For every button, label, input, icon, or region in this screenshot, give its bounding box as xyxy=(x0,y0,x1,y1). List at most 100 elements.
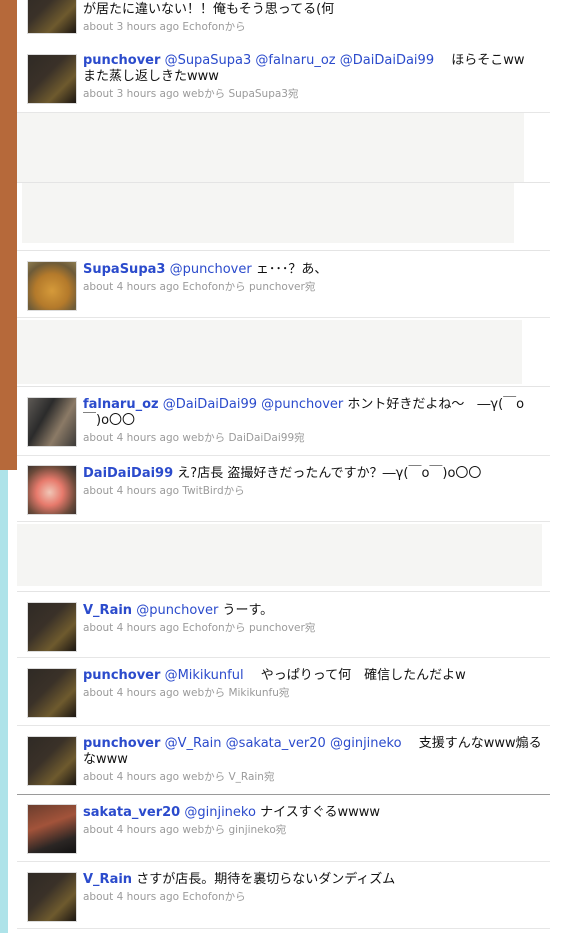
tweet-text: さすが店長。期待を裏切らないダンディズム xyxy=(136,872,396,887)
avatar[interactable] xyxy=(27,668,77,718)
username-link[interactable]: punchover xyxy=(83,736,160,751)
tweet-item: sakata_ver20 @ginjineko ナイスすぐるwwww about… xyxy=(17,795,550,862)
in-reply-to-link[interactable]: V_Rain宛 xyxy=(228,771,274,783)
mention-link[interactable]: @punchover xyxy=(136,603,218,618)
username-link[interactable]: punchover xyxy=(83,668,160,683)
username-link[interactable]: V_Rain xyxy=(83,872,132,887)
tweet-meta: about 4 hours ago webから ginjineko宛 xyxy=(83,823,542,837)
via-client: webから xyxy=(182,824,226,836)
mention-link[interactable]: @SupaSupa3 xyxy=(165,53,252,68)
tweet-meta: about 4 hours ago webから Mikikunfu宛 xyxy=(83,686,542,700)
tweet-meta: about 4 hours ago webから DaiDaiDai99宛 xyxy=(83,431,542,445)
tweet-content: punchover @Mikikunful やっぱりって何 確信したんだよw a… xyxy=(83,668,542,700)
via-client: webから xyxy=(182,687,226,699)
tweet-item: falnaru_oz @DaiDaiDai99 @punchover ホント好き… xyxy=(17,387,550,456)
in-reply-to-link[interactable]: DaiDaiDai99宛 xyxy=(228,432,304,444)
timestamp-link[interactable]: about 4 hours ago xyxy=(83,891,179,903)
timestamp-link[interactable]: about 4 hours ago xyxy=(83,687,179,699)
tweet-text: やっぱりって何 確信したんだよw xyxy=(247,668,466,683)
tweet-item: V_Rain @punchover うーす。 about 4 hours ago… xyxy=(17,592,550,658)
mention-link[interactable]: @punchover xyxy=(261,397,343,412)
avatar[interactable] xyxy=(27,736,77,786)
tweet-item: DaiDaiDai99 え?店長 盗撮好きだったんですか？―γ(￣o￣)o〇〇 … xyxy=(17,456,550,522)
via-client: webから xyxy=(182,88,226,100)
hidden-tweet-placeholder xyxy=(17,113,524,182)
via-client: webから xyxy=(182,771,226,783)
avatar[interactable] xyxy=(27,872,77,922)
timestamp-link[interactable]: about 4 hours ago xyxy=(83,485,179,497)
timestamp-link[interactable]: about 3 hours ago xyxy=(83,21,179,33)
timestamp-link[interactable]: about 4 hours ago xyxy=(83,622,179,634)
avatar[interactable] xyxy=(27,397,77,447)
username-link[interactable]: sakata_ver20 xyxy=(83,805,180,820)
tweet-meta: about 4 hours ago webから V_Rain宛 xyxy=(83,770,542,784)
tweet-item: punchover @SupaSupa3 @falnaru_oz @DaiDai… xyxy=(17,44,550,113)
tweet-content: V_Rain さすが店長。期待を裏切らないダンディズム about 4 hour… xyxy=(83,872,542,904)
mention-link[interactable]: @DaiDaiDai99 xyxy=(163,397,257,412)
left-edge-strip-inner xyxy=(8,470,17,933)
tweet-item: punchover @V_Rain @sakata_ver20 @ginjine… xyxy=(17,726,550,795)
username-link[interactable]: falnaru_oz xyxy=(83,397,159,412)
tweet-meta: about 3 hours ago webから SupaSupa3宛 xyxy=(83,87,542,101)
mention-link[interactable]: @ginjineko xyxy=(330,736,402,751)
username-link[interactable]: punchover xyxy=(83,53,160,68)
tweet-text: ェ･･･？あ、 xyxy=(255,262,328,277)
avatar[interactable] xyxy=(27,602,77,652)
tweet-text: ナイスすぐるwwww xyxy=(260,805,380,820)
username-link[interactable]: DaiDaiDai99 xyxy=(83,466,173,481)
tweet-content: が居たに違いない！！俺もそう思ってる(何 about 3 hours ago E… xyxy=(83,2,542,34)
via-client: Echofonから xyxy=(182,21,246,33)
mention-link[interactable]: @sakata_ver20 xyxy=(226,736,326,751)
tweet-meta: about 4 hours ago TwitBirdから xyxy=(83,484,542,498)
hidden-tweet-placeholder xyxy=(17,524,542,586)
tweet-content: DaiDaiDai99 え?店長 盗撮好きだったんですか？―γ(￣o￣)o〇〇 … xyxy=(83,466,542,498)
timestamp-link[interactable]: about 3 hours ago xyxy=(83,88,179,100)
tweet-meta: about 4 hours ago Echofonから punchover宛 xyxy=(83,280,542,294)
tweet-item: punchover @Mikikunful やっぱりって何 確信したんだよw a… xyxy=(17,658,550,726)
mention-link[interactable]: @punchover xyxy=(170,262,252,277)
mention-link[interactable]: @ginjineko xyxy=(184,805,256,820)
in-reply-to-link[interactable]: SupaSupa3宛 xyxy=(228,88,298,100)
tweet-content: punchover @SupaSupa3 @falnaru_oz @DaiDai… xyxy=(83,53,542,101)
in-reply-to-link[interactable]: punchover宛 xyxy=(249,281,315,293)
via-client: Echofonから xyxy=(182,281,246,293)
timestamp-link[interactable]: about 4 hours ago xyxy=(83,771,179,783)
tweet-meta: about 3 hours ago Echofonから xyxy=(83,20,542,34)
tweet-content: punchover @V_Rain @sakata_ver20 @ginjine… xyxy=(83,736,542,784)
via-client: TwitBirdから xyxy=(182,485,245,497)
tweet-content: falnaru_oz @DaiDaiDai99 @punchover ホント好き… xyxy=(83,397,542,445)
tweet-item: SupaSupa3 @punchover ェ･･･？あ、 about 4 hou… xyxy=(17,251,550,318)
in-reply-to-link[interactable]: punchover宛 xyxy=(249,622,315,634)
avatar[interactable] xyxy=(27,261,77,311)
tweet-meta: about 4 hours ago Echofonから xyxy=(83,890,542,904)
tweet-text: え?店長 盗撮好きだったんですか？―γ(￣o￣)o〇〇 xyxy=(177,466,482,481)
tweet-text: が居たに違いない！！俺もそう思ってる(何 xyxy=(83,2,335,17)
left-edge-strip-bottom xyxy=(0,470,8,933)
via-client: webから xyxy=(182,432,226,444)
tweet-content: V_Rain @punchover うーす。 about 4 hours ago… xyxy=(83,603,542,635)
avatar[interactable] xyxy=(27,54,77,104)
username-link[interactable]: V_Rain xyxy=(83,603,132,618)
mention-link[interactable]: @V_Rain xyxy=(165,736,222,751)
mention-link[interactable]: @DaiDaiDai99 xyxy=(340,53,434,68)
in-reply-to-link[interactable]: Mikikunfu宛 xyxy=(228,687,289,699)
hidden-tweet-placeholder xyxy=(17,320,522,384)
tweet-item: が居たに違いない！！俺もそう思ってる(何 about 3 hours ago E… xyxy=(17,0,550,45)
mention-link[interactable]: @Mikikunful xyxy=(165,668,244,683)
avatar[interactable] xyxy=(27,465,77,515)
timestamp-link[interactable]: about 4 hours ago xyxy=(83,432,179,444)
left-edge-strip-top xyxy=(0,0,17,470)
tweet-text: うーす。 xyxy=(222,603,274,618)
avatar[interactable] xyxy=(27,804,77,854)
username-link[interactable]: SupaSupa3 xyxy=(83,262,165,277)
mention-link[interactable]: @falnaru_oz xyxy=(255,53,335,68)
tweet-content: sakata_ver20 @ginjineko ナイスすぐるwwww about… xyxy=(83,805,542,837)
timestamp-link[interactable]: about 4 hours ago xyxy=(83,824,179,836)
tweet-meta: about 4 hours ago Echofonから punchover宛 xyxy=(83,621,542,635)
in-reply-to-link[interactable]: ginjineko宛 xyxy=(228,824,286,836)
avatar[interactable] xyxy=(27,0,77,34)
hidden-tweet-placeholder xyxy=(22,183,514,243)
tweet-content: SupaSupa3 @punchover ェ･･･？あ、 about 4 hou… xyxy=(83,262,542,294)
timestamp-link[interactable]: about 4 hours ago xyxy=(83,281,179,293)
via-client: Echofonから xyxy=(182,622,246,634)
